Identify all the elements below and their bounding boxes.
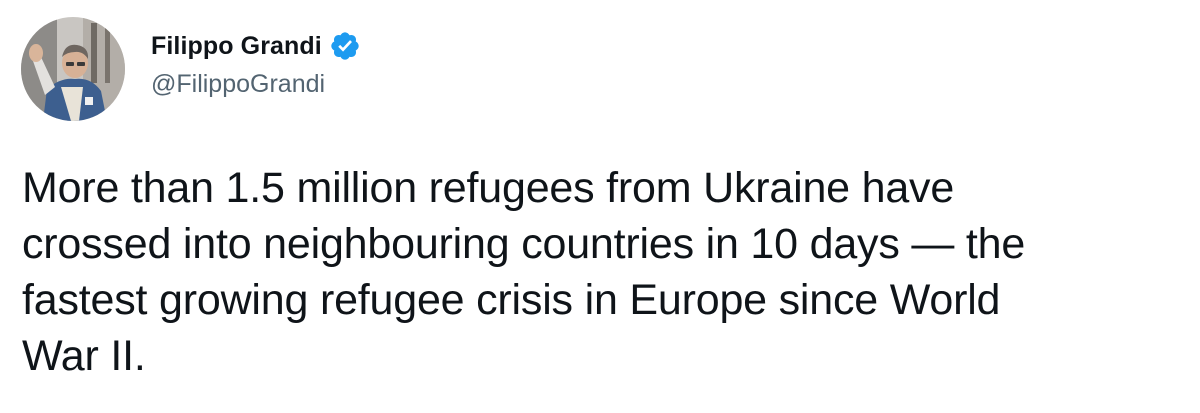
author-avatar[interactable] <box>21 17 125 121</box>
author-info: Filippo Grandi @FilippoGrandi <box>151 28 361 99</box>
verified-badge-icon <box>329 30 361 62</box>
author-name-row: Filippo Grandi <box>151 28 361 64</box>
author-display-name[interactable]: Filippo Grandi <box>151 32 322 61</box>
tweet-card: Filippo Grandi @FilippoGrandi More than … <box>0 0 1200 413</box>
avatar-photo-icon <box>21 17 125 121</box>
author-handle[interactable]: @FilippoGrandi <box>151 70 361 99</box>
tweet-text: More than 1.5 million refugees from Ukra… <box>22 164 1026 380</box>
